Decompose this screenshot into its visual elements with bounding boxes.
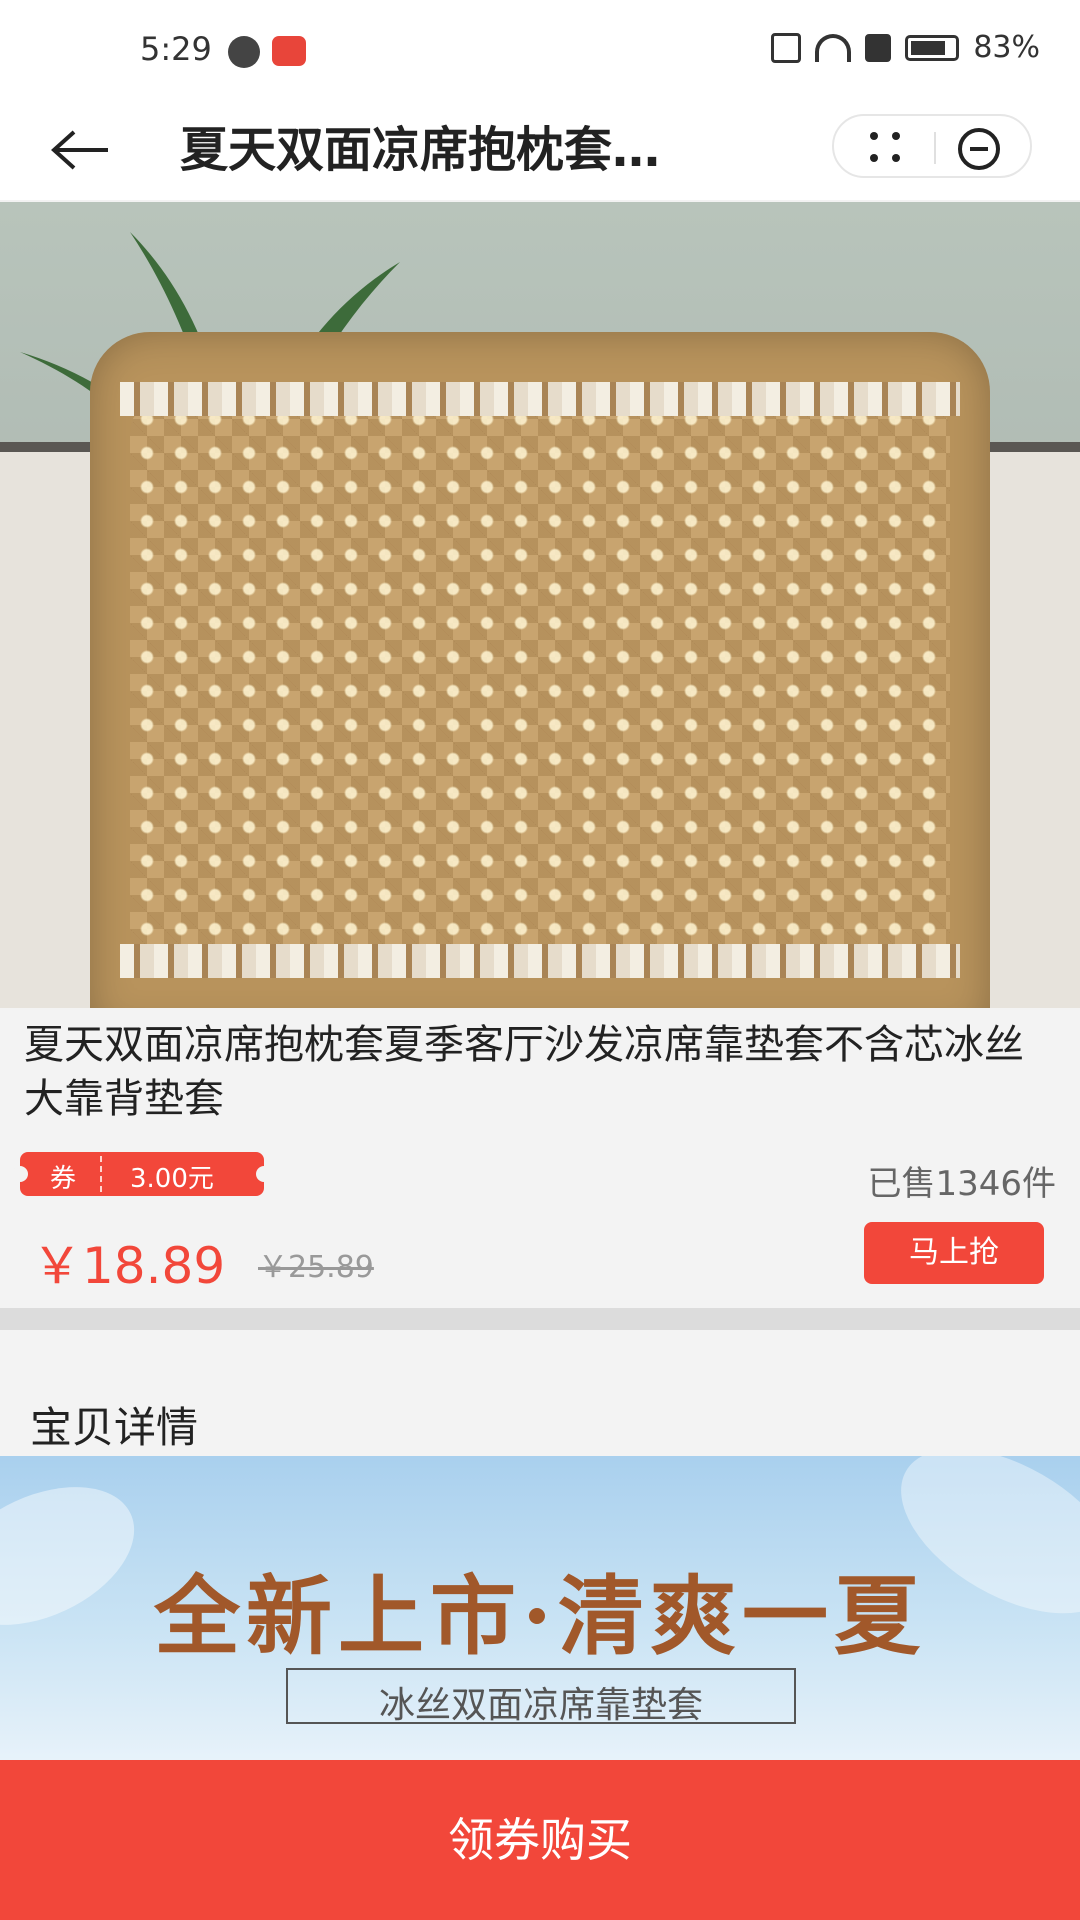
section-divider: [0, 1308, 1080, 1330]
banner-subtitle-box: 冰丝双面凉席靠垫套: [286, 1668, 796, 1726]
wifi-icon: [815, 33, 852, 62]
coupon-badge[interactable]: 券 3.00元: [12, 1152, 272, 1196]
minus-circle-icon[interactable]: [958, 128, 1000, 170]
coupon-value: 3.00元: [130, 1164, 214, 1194]
coupon-label: 券: [50, 1164, 77, 1194]
detail-banner: 全新上市·清爽一夏 冰丝双面凉席靠垫套: [0, 1456, 1080, 1760]
current-price: ￥18.89: [32, 1237, 226, 1295]
status-time: 5:29: [140, 30, 212, 68]
banner-headline: 全新上市·清爽一夏: [154, 1566, 926, 1667]
pillow-weave: [130, 402, 950, 962]
product-info: 夏天双面凉席抱枕套夏季客厅沙发凉席靠垫套不含芯冰丝大靠背垫套 券 3.00元 已…: [0, 1008, 1080, 1308]
buy-with-coupon-button[interactable]: 领券购买: [0, 1760, 1080, 1920]
battery-icon: [905, 34, 960, 61]
pillow-graphic: [90, 332, 990, 1008]
mini-program-capsule: [832, 114, 1032, 178]
pillow-trim-top: [120, 382, 960, 416]
app-notification-icon: [272, 36, 306, 66]
more-dots-icon[interactable]: [870, 132, 902, 164]
detail-section-header: 宝贝详情: [0, 1330, 1080, 1456]
status-indicators: 83%: [771, 30, 1040, 65]
page-title: 夏天双面凉席抱枕套…: [180, 122, 661, 178]
sim-alert-icon: [865, 33, 892, 62]
nav-header: 夏天双面凉席抱枕套…: [0, 100, 1080, 200]
sold-count: 已售1346件: [867, 1164, 1056, 1204]
vibrate-icon: [771, 32, 802, 63]
capsule-divider: [934, 132, 936, 164]
detail-title: 宝贝详情: [30, 1403, 199, 1452]
notification-icon: [228, 36, 260, 68]
arrow-left-icon: [51, 130, 108, 170]
coupon-divider: [100, 1156, 102, 1192]
product-title: 夏天双面凉席抱枕套夏季客厅沙发凉席靠垫套不含芯冰丝大靠背垫套: [24, 1022, 1024, 1122]
product-image[interactable]: [0, 202, 1080, 1008]
pillow-trim-bottom: [120, 944, 960, 978]
status-bar: 5:29 83%: [0, 0, 1080, 100]
original-price: ￥25.89: [258, 1250, 374, 1285]
banner-subtitle: 冰丝双面凉席靠垫套: [378, 1685, 703, 1726]
battery-percent: 83%: [973, 30, 1040, 65]
back-button[interactable]: [50, 122, 110, 178]
grab-button[interactable]: 马上抢: [864, 1222, 1044, 1284]
